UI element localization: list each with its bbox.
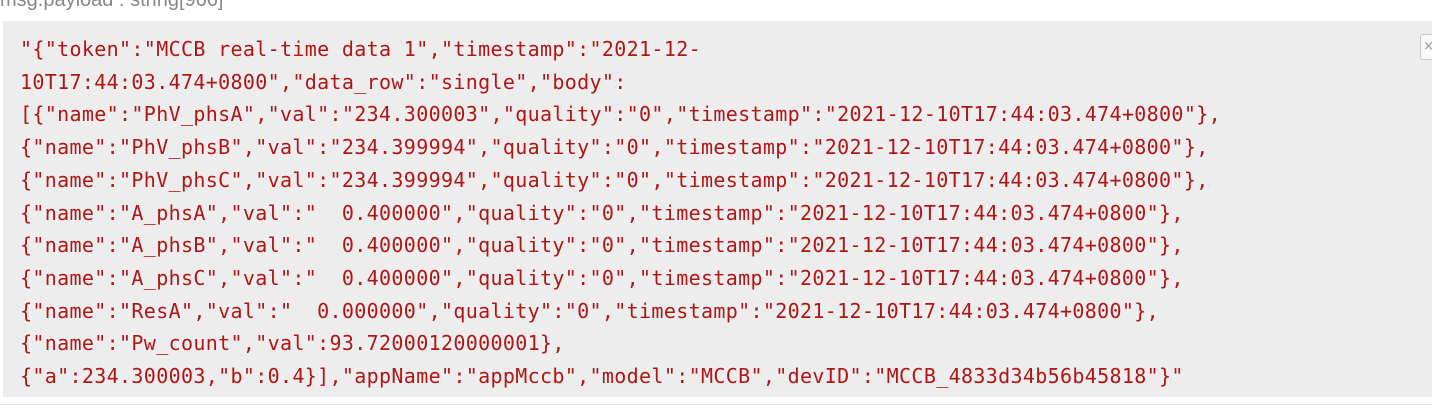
payload-panel: "{"token":"MCCB real-time data 1","times… xyxy=(3,21,1432,397)
close-icon[interactable]: × xyxy=(1420,34,1432,60)
payload-string-value[interactable]: "{"token":"MCCB real-time data 1","times… xyxy=(20,33,1221,393)
divider xyxy=(0,404,1432,405)
message-meta-label: msg.payload : string[966] xyxy=(0,0,224,11)
debug-message-view: msg.payload : string[966] "{"token":"MCC… xyxy=(0,0,1432,413)
